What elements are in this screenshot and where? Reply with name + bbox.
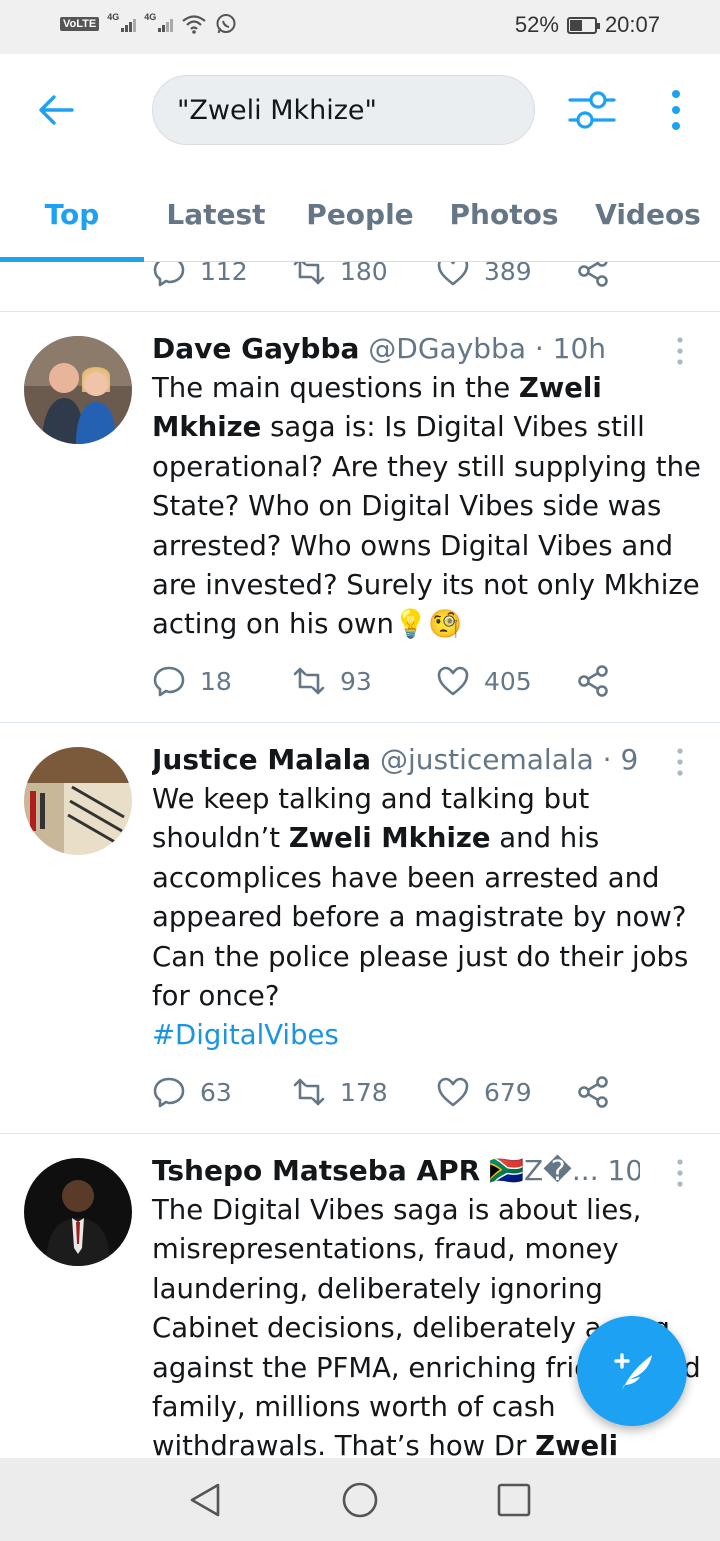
system-navigation-bar bbox=[0, 1458, 720, 1541]
share-button[interactable] bbox=[576, 664, 610, 698]
more-vertical-icon[interactable] bbox=[674, 747, 686, 777]
tweet-header: Dave Gaybba @DGaybba · 10h bbox=[152, 332, 640, 365]
more-vertical-icon[interactable] bbox=[674, 1158, 686, 1188]
reply-button[interactable]: 63 bbox=[152, 1075, 232, 1109]
status-bar: VoLTE 4G 4G 52% 20:07 bbox=[0, 0, 720, 54]
arrow-left-icon[interactable] bbox=[36, 90, 76, 130]
previous-tweet-actions: 112 180 389 bbox=[0, 262, 720, 312]
reply-bubble-icon bbox=[153, 1077, 185, 1108]
retweet-button[interactable]: 180 bbox=[292, 262, 388, 288]
retweet-icon bbox=[293, 262, 325, 285]
display-name[interactable]: Justice Malala bbox=[152, 743, 371, 776]
heart-icon bbox=[437, 1077, 469, 1107]
search-tabs: Top Latest People Photos Videos bbox=[0, 166, 720, 262]
nav-back-icon[interactable] bbox=[186, 1480, 226, 1520]
search-header: "Zweli Mkhize" bbox=[0, 54, 720, 166]
tweet-text: We keep talking and talking but shouldn’… bbox=[152, 783, 689, 1052]
hashtag-link[interactable]: #DigitalVibes bbox=[152, 1019, 339, 1051]
tweet-actions: 63 178 679 bbox=[152, 1075, 652, 1115]
reply-button[interactable]: 18 bbox=[152, 664, 232, 698]
share-button[interactable] bbox=[576, 262, 610, 288]
reply-bubble-icon bbox=[153, 666, 185, 697]
tab-photos[interactable]: Photos bbox=[432, 166, 576, 261]
clock: 20:07 bbox=[604, 12, 660, 37]
display-name[interactable]: Tshepo Matseba APR bbox=[152, 1154, 480, 1187]
battery-percent: 52% bbox=[514, 12, 559, 37]
share-icon bbox=[578, 1076, 608, 1108]
search-input[interactable]: "Zweli Mkhize" bbox=[152, 75, 535, 145]
avatar[interactable] bbox=[24, 1158, 132, 1266]
retweet-icon bbox=[293, 1078, 325, 1106]
status-bar-right: 52% 20:07 bbox=[515, 12, 660, 38]
retweet-button[interactable]: 178 bbox=[292, 1075, 388, 1109]
avatar[interactable] bbox=[24, 336, 132, 444]
signal-icon-sim2: 4G bbox=[144, 12, 174, 32]
reply-button[interactable]: 112 bbox=[152, 262, 248, 288]
tweet-actions: 112 180 389 bbox=[152, 262, 652, 294]
handle-and-time: @DGaybba · 10h bbox=[368, 332, 607, 365]
avatar[interactable] bbox=[24, 747, 132, 855]
retweet-button[interactable]: 93 bbox=[292, 664, 372, 698]
like-button[interactable]: 389 bbox=[436, 262, 532, 288]
tweet[interactable]: Dave Gaybba @DGaybba · 10h The main ques… bbox=[0, 312, 720, 723]
battery-icon bbox=[566, 16, 600, 34]
compose-tweet-button[interactable] bbox=[577, 1316, 687, 1426]
retweet-icon bbox=[293, 667, 325, 695]
heart-icon bbox=[437, 262, 469, 286]
signal-icon-sim1: 4G bbox=[107, 12, 137, 32]
filter-sliders-icon[interactable] bbox=[568, 88, 616, 132]
tab-top[interactable]: Top bbox=[0, 166, 144, 262]
like-button[interactable]: 679 bbox=[436, 1075, 532, 1109]
share-icon bbox=[578, 665, 608, 697]
like-button[interactable]: 405 bbox=[436, 664, 532, 698]
tweet-actions: 18 93 405 bbox=[152, 664, 652, 704]
wifi-icon bbox=[182, 15, 206, 34]
status-bar-left: VoLTE 4G 4G bbox=[60, 12, 237, 35]
display-name[interactable]: Dave Gaybba bbox=[152, 332, 359, 365]
tab-people[interactable]: People bbox=[288, 166, 432, 261]
share-button[interactable] bbox=[576, 1075, 610, 1109]
nav-recents-icon[interactable] bbox=[494, 1480, 534, 1520]
whatsapp-icon bbox=[216, 14, 236, 34]
tweet-header: Justice Malala @justicemalala · 9h bbox=[152, 743, 640, 776]
nav-home-icon[interactable] bbox=[340, 1480, 380, 1520]
tweet-feed: 112 180 389 Dave Gaybba @DGaybba · 10h T… bbox=[0, 262, 720, 1458]
tweet-text: The main questions in the Zweli Mkhize s… bbox=[152, 372, 701, 641]
heart-icon bbox=[437, 666, 469, 696]
tab-videos[interactable]: Videos bbox=[576, 166, 720, 261]
search-query-text: "Zweli Mkhize" bbox=[177, 94, 377, 126]
tweet-header: Tshepo Matseba APR 🇿🇦Z�... 10h bbox=[152, 1154, 640, 1187]
handle-and-time: @justicemalala · 9h bbox=[379, 743, 640, 776]
share-icon bbox=[578, 262, 608, 287]
more-vertical-icon[interactable] bbox=[664, 88, 688, 132]
more-vertical-icon[interactable] bbox=[674, 336, 686, 366]
tab-latest[interactable]: Latest bbox=[144, 166, 288, 261]
handle-and-time: 🇿🇦Z�... 10h bbox=[489, 1154, 640, 1187]
tweet[interactable]: Justice Malala @justicemalala · 9h We ke… bbox=[0, 723, 720, 1134]
reply-bubble-icon bbox=[153, 262, 185, 287]
volte-badge: VoLTE bbox=[60, 17, 100, 31]
compose-feather-icon bbox=[614, 1353, 652, 1391]
